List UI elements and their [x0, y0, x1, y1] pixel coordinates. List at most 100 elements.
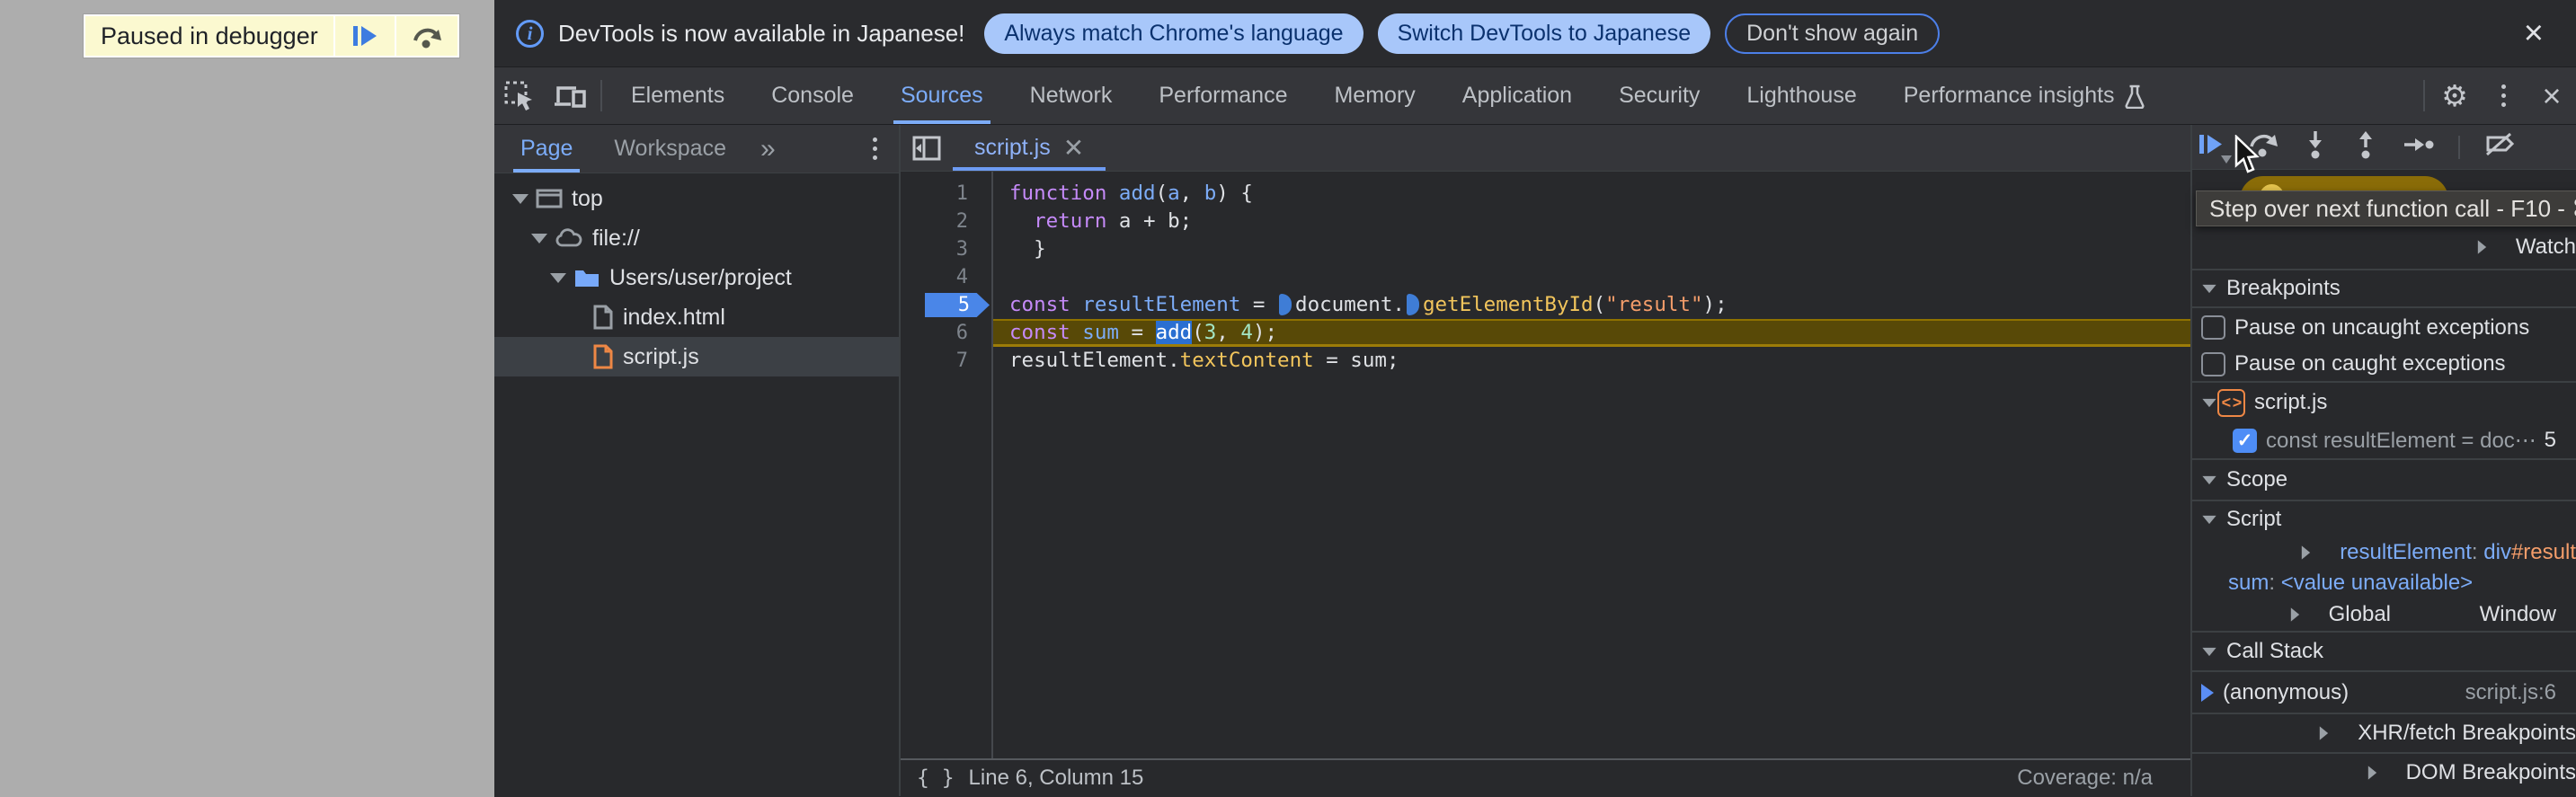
step-into-icon — [2309, 131, 2322, 159]
caret-right-icon[interactable] — [2320, 726, 2329, 740]
tab-network[interactable]: Network — [1007, 67, 1136, 124]
sidebar-row-global[interactable]: Global Window — [2192, 598, 2576, 631]
sidebar-row-script-js[interactable]: < > script.js — [2192, 381, 2576, 422]
gutter-line-6[interactable]: 6 — [901, 319, 991, 347]
code-line-5[interactable]: const resultElement = document. getElemen… — [993, 291, 2190, 319]
sidebar-row-const-resultelement-doc-[interactable]: ✓ const resultElement = doc⋯ 5 — [2192, 422, 2576, 458]
step-out-button[interactable] — [2352, 129, 2379, 164]
caret-down-icon[interactable] — [2202, 515, 2216, 524]
sidebar-row-sum[interactable]: sum: <value unavailable> — [2192, 568, 2576, 598]
gutter-line-3[interactable]: 3 — [901, 235, 991, 263]
code-line-4[interactable] — [993, 263, 2190, 291]
device-toolbar-button[interactable] — [545, 67, 595, 124]
notification-close-icon[interactable]: × — [2513, 16, 2554, 50]
deactivate-breakpoints-icon — [2486, 132, 2515, 156]
tab-console[interactable]: Console — [748, 67, 877, 124]
caret-down-icon[interactable] — [2202, 647, 2216, 656]
sidebar-row-scope[interactable]: Scope — [2192, 458, 2576, 500]
code-line-3[interactable]: } — [993, 235, 2190, 263]
device-toolbar-icon — [555, 85, 586, 108]
tab-sources[interactable]: Sources — [877, 67, 1007, 124]
inspect-icon — [504, 81, 532, 111]
code-line-1[interactable]: function add(a, b) { — [993, 180, 2190, 208]
resume-icon — [2199, 135, 2222, 154]
sidebar-row-resultelement[interactable]: resultElement: div#result — [2192, 537, 2576, 568]
caret-down-icon[interactable] — [2202, 398, 2216, 407]
caret-right-icon[interactable] — [2290, 607, 2299, 622]
tab-performance-insights[interactable]: Performance insights — [1880, 67, 2169, 124]
tree-item-users-user-project[interactable]: Users/user/project — [494, 258, 899, 297]
gutter-line-5[interactable]: 5 — [901, 291, 991, 319]
gutter-line-4[interactable]: 4 — [901, 263, 991, 291]
tree-item-file-[interactable]: file:// — [494, 218, 899, 258]
deactivate-breakpoints-button[interactable] — [2483, 131, 2516, 163]
breakpoint-marker[interactable]: 5 — [925, 293, 990, 317]
sidebar-row-label: script.js — [2254, 390, 2328, 414]
tab-performance[interactable]: Performance — [1135, 67, 1310, 124]
step-button[interactable] — [2403, 133, 2435, 161]
tab-application[interactable]: Application — [1439, 67, 1595, 124]
sidebar-row-dom-breakpoints[interactable]: DOM Breakpoints — [2192, 752, 2576, 791]
tab-workspace[interactable]: Workspace — [607, 125, 733, 173]
tree-caret-icon[interactable] — [550, 272, 566, 283]
step-over-tooltip: Step over next function call - F10 - ⌘ ' — [2196, 190, 2576, 226]
caret-right-icon[interactable] — [2367, 765, 2376, 780]
caret-down-icon[interactable] — [2202, 475, 2216, 484]
step-over-icon — [413, 28, 441, 49]
gutter-line-1[interactable]: 1 — [901, 180, 991, 208]
tab-security[interactable]: Security — [1595, 67, 1723, 124]
notification-text: DevTools is now available in Japanese! — [558, 19, 965, 47]
tree-item-script-js[interactable]: script.js — [494, 337, 899, 376]
step-into-button[interactable] — [2302, 129, 2329, 164]
resume-button[interactable] — [2198, 131, 2232, 164]
checkbox-unchecked[interactable] — [2201, 351, 2225, 376]
tab-elements[interactable]: Elements — [608, 67, 748, 124]
caret-right-icon[interactable] — [2477, 240, 2487, 254]
settings-gear-icon[interactable]: ⚙ — [2430, 67, 2479, 124]
code-line-7[interactable]: resultElement.textContent = sum; — [993, 347, 2190, 375]
code-line-6[interactable]: const sum = add(3, 4); — [993, 319, 2190, 347]
sidebar-row--anonymous-[interactable]: (anonymous) script.js:6 — [2192, 670, 2576, 713]
sidebar-row-call-stack[interactable]: Call Stack — [2192, 631, 2576, 670]
gutter-line-2[interactable]: 2 — [901, 208, 991, 235]
step-over-button-page[interactable] — [394, 16, 457, 56]
resume-script-button[interactable] — [333, 16, 395, 56]
switch-to-japanese-button[interactable]: Switch DevTools to Japanese — [1377, 13, 1711, 54]
tab-memory[interactable]: Memory — [1310, 67, 1438, 124]
editor-lines[interactable]: function add(a, b) { return a + b; } cons… — [993, 172, 2190, 758]
hide-navigator-button[interactable] — [901, 125, 953, 171]
editor-gutter[interactable]: 1234567 — [901, 172, 993, 758]
code-editor[interactable]: 1234567 function add(a, b) { return a + … — [901, 172, 2190, 758]
caret-right-icon[interactable] — [2302, 545, 2311, 560]
sidebar-row-xhr-fetch-breakpoints[interactable]: XHR/fetch Breakpoints — [2192, 713, 2576, 752]
checkbox-checked[interactable]: ✓ — [2233, 428, 2257, 453]
sidebar-row-pause-on-caught-exceptions[interactable]: Pause on caught exceptions — [2192, 347, 2576, 381]
tree-caret-icon[interactable] — [531, 233, 547, 244]
code-token: ( — [1593, 293, 1606, 316]
sidebar-row-pause-on-uncaught-exceptions[interactable]: Pause on uncaught exceptions — [2192, 306, 2576, 347]
pretty-print-icon[interactable]: { } — [917, 766, 955, 790]
close-devtools-icon[interactable]: × — [2527, 67, 2576, 124]
tab-page[interactable]: Page — [513, 125, 581, 173]
sidebar-row-watch[interactable]: Watch — [2192, 226, 2576, 269]
navigator-kebab-icon[interactable] — [864, 137, 886, 160]
more-options-kebab-icon[interactable] — [2479, 67, 2527, 124]
step-icon — [2404, 138, 2434, 151]
tree-item-top[interactable]: top — [494, 179, 899, 218]
file-tab-close-icon[interactable]: ✕ — [1063, 133, 1084, 163]
more-tabs-icon[interactable]: » — [760, 134, 776, 164]
sidebar-row-script[interactable]: Script — [2192, 500, 2576, 537]
tab-lighthouse[interactable]: Lighthouse — [1723, 67, 1879, 124]
checkbox-unchecked[interactable] — [2201, 315, 2225, 340]
caret-down-icon[interactable] — [2202, 284, 2216, 293]
file-tab-scriptjs[interactable]: script.js ✕ — [953, 125, 1106, 171]
gutter-line-7[interactable]: 7 — [901, 347, 991, 375]
tree-item-index-html[interactable]: index.html — [494, 297, 899, 337]
dont-show-again-button[interactable]: Don't show again — [1725, 13, 1941, 54]
always-match-language-button[interactable]: Always match Chrome's language — [984, 13, 1364, 54]
code-line-2[interactable]: return a + b; — [993, 208, 2190, 235]
sidebar-row-breakpoints[interactable]: Breakpoints — [2192, 269, 2576, 306]
file-icon — [592, 305, 614, 330]
inspect-element-button[interactable] — [494, 67, 545, 124]
tree-caret-icon[interactable] — [512, 193, 529, 204]
